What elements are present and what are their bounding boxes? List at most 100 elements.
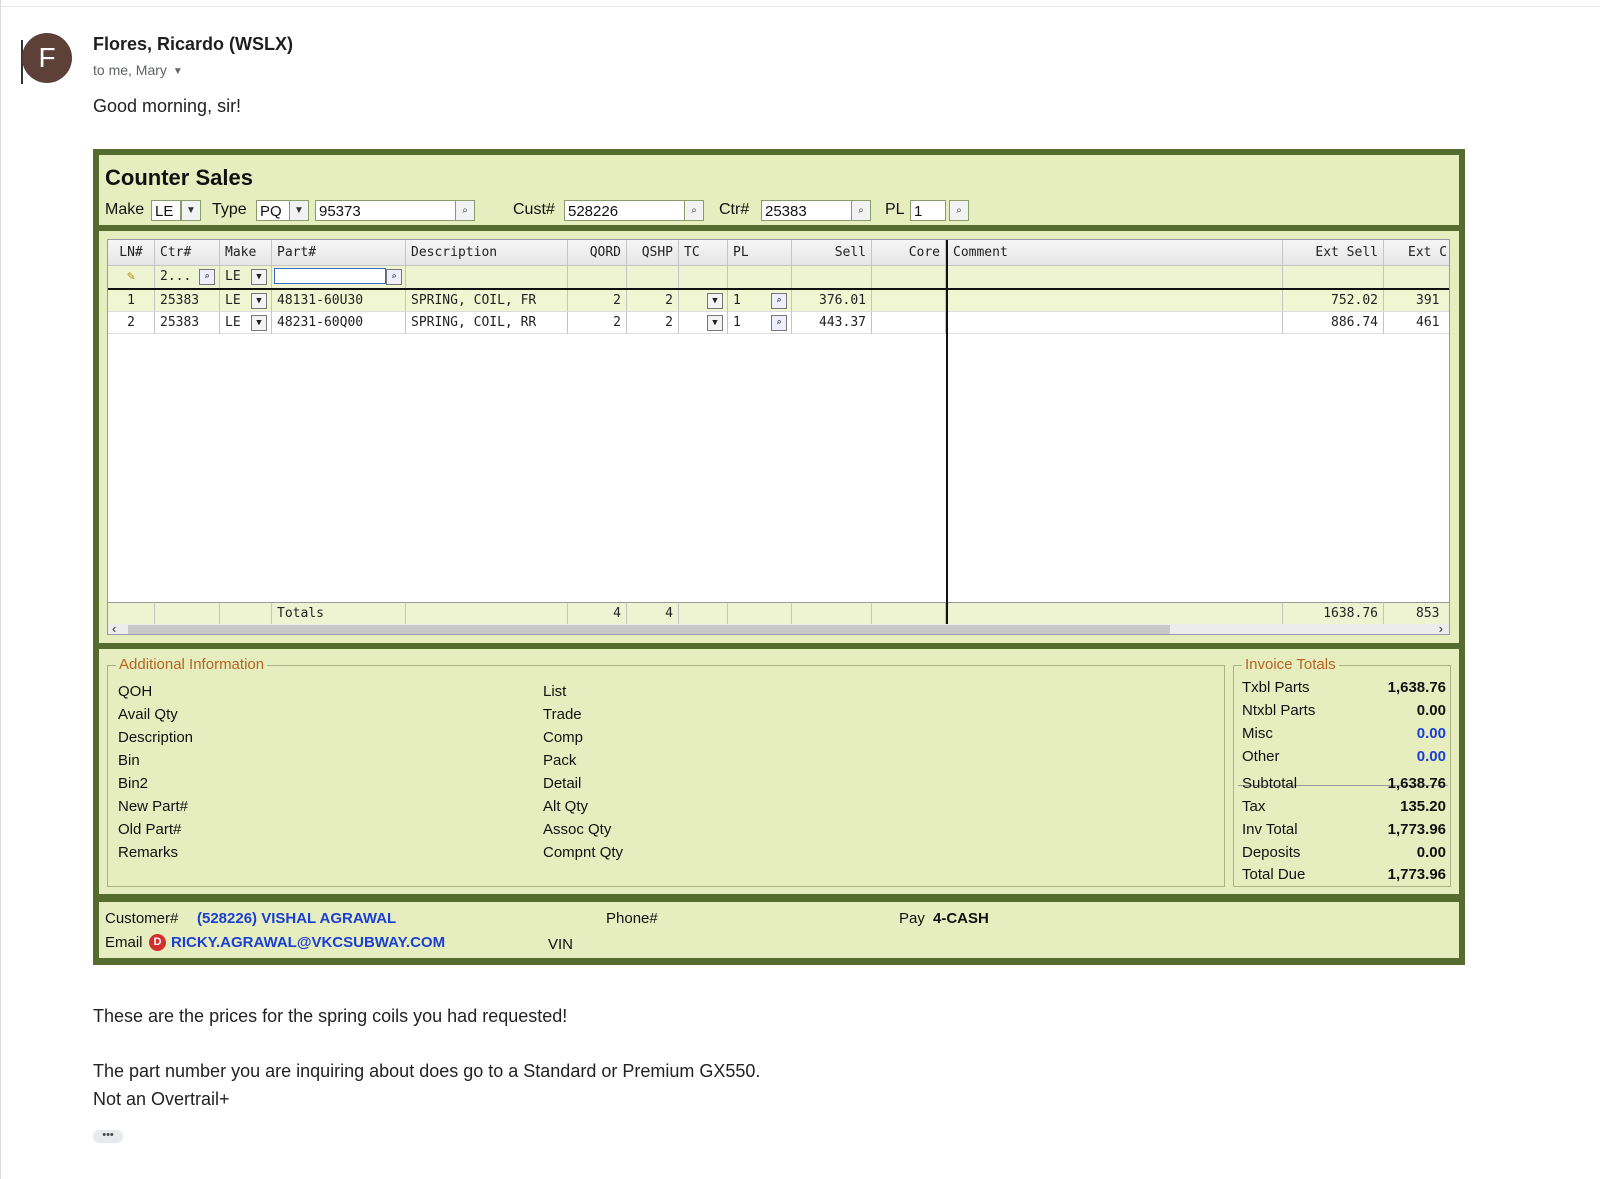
filter-cell [679, 266, 728, 288]
filter-ctr[interactable]: 2... ⌕ [155, 266, 220, 288]
new-line-cell[interactable]: ✎ [108, 266, 155, 288]
make-dropdown-icon[interactable]: ▼ [181, 200, 201, 221]
filter-cell [792, 266, 872, 288]
filter-part-cell[interactable]: ⌕ [272, 266, 406, 288]
scroll-right-icon[interactable]: › [1439, 621, 1443, 634]
table-row-1-pl[interactable]: 1 ⌕ [728, 290, 792, 312]
col-header-part[interactable]: Part# [272, 240, 406, 266]
cust-search-icon[interactable]: ⌕ [684, 200, 704, 221]
email-greeting: Good morning, sir! [93, 96, 242, 116]
sender-avatar[interactable]: F [22, 33, 72, 83]
table-row-2-ext-sell[interactable]: 886.74 [1283, 312, 1384, 334]
part-entry-input[interactable] [274, 268, 386, 284]
scroll-left-icon[interactable]: ‹ [112, 621, 116, 634]
table-row-1-qshp[interactable]: 2 [627, 290, 679, 312]
sender-name[interactable]: Flores, Ricardo (WSLX) [93, 34, 293, 55]
invoice-value-total-due: 1,773.96 [1387, 866, 1446, 883]
table-row-2-tc[interactable]: ▼ [679, 312, 728, 334]
row-2-tc-dropdown-icon[interactable]: ▼ [707, 315, 723, 331]
filter-make-dropdown-icon[interactable]: ▼ [251, 269, 267, 285]
table-row-1-ctr[interactable]: 25383 [155, 290, 220, 312]
customer-link[interactable]: (528226) VISHAL AGRAWAL [197, 910, 396, 927]
recipients-line[interactable]: to me, Mary ▼ [93, 62, 183, 78]
row-1-pl-search-icon[interactable]: ⌕ [771, 293, 787, 309]
col-header-ext-c[interactable]: Ext C [1384, 240, 1449, 266]
invoice-value-txbl-parts: 1,638.76 [1387, 679, 1446, 696]
row-1-make-dropdown-icon[interactable]: ▼ [251, 293, 267, 309]
horizontal-scrollbar[interactable]: ‹ › [108, 621, 1449, 634]
type-number-input[interactable]: 95373 [315, 200, 457, 221]
filter-make-value: LE [225, 269, 241, 284]
totals-cell [220, 602, 272, 624]
row-2-pl-search-icon[interactable]: ⌕ [771, 315, 787, 331]
col-header-core[interactable]: Core [872, 240, 946, 266]
table-row-1-core[interactable] [872, 290, 946, 312]
col-header-tc[interactable]: TC [679, 240, 728, 266]
col-header-ln[interactable]: LN# [108, 240, 155, 266]
table-row-1-ln[interactable]: 1 [108, 290, 155, 312]
invoice-value-other[interactable]: 0.00 [1417, 748, 1446, 765]
table-row-2-qord[interactable]: 2 [568, 312, 627, 334]
col-header-pl[interactable]: PL [728, 240, 792, 266]
table-row-2-ctr[interactable]: 25383 [155, 312, 220, 334]
col-header-qshp[interactable]: QSHP [627, 240, 679, 266]
pl-search-icon[interactable]: ⌕ [949, 200, 969, 221]
pl-input[interactable]: 1 [910, 200, 946, 221]
table-row-2-make-value: LE [225, 315, 241, 330]
table-row-2-core[interactable] [872, 312, 946, 334]
table-row-1-part[interactable]: 48131-60U30 [272, 290, 406, 312]
type-dropdown-icon[interactable]: ▼ [289, 200, 309, 221]
info-label-alt-qty: Alt Qty [543, 798, 589, 815]
info-label-assoc-qty: Assoc Qty [543, 821, 612, 838]
table-row-1-qord[interactable]: 2 [568, 290, 627, 312]
table-row-2-pl[interactable]: 1 ⌕ [728, 312, 792, 334]
counter-sales-title: Counter Sales [105, 165, 253, 190]
additional-info-group: Additional Information QOH Avail Qty Des… [107, 656, 1225, 887]
customer-label: Customer# [105, 910, 179, 927]
col-header-ext-sell[interactable]: Ext Sell [1283, 240, 1384, 266]
row-2-make-dropdown-icon[interactable]: ▼ [251, 315, 267, 331]
table-row-2-ext-c[interactable]: 461 [1384, 312, 1449, 334]
table-row-1-ext-sell[interactable]: 752.02 [1283, 290, 1384, 312]
table-row-2-comment[interactable] [948, 312, 1283, 334]
col-header-sell[interactable]: Sell [792, 240, 872, 266]
table-row-2-qshp[interactable]: 2 [627, 312, 679, 334]
info-label-trade: Trade [543, 706, 582, 723]
invoice-value-misc[interactable]: 0.00 [1417, 725, 1446, 742]
type-select[interactable]: PQ [256, 200, 290, 221]
type-search-icon[interactable]: ⌕ [455, 200, 475, 221]
table-row-2-description[interactable]: SPRING, COIL, RR [406, 312, 568, 334]
show-trimmed-content-button[interactable]: ••• [93, 1130, 123, 1143]
make-select[interactable]: LE [151, 200, 181, 221]
table-row-1-comment[interactable] [948, 290, 1283, 312]
table-row-2-sell[interactable]: 443.37 [792, 312, 872, 334]
filter-ctr-search-icon[interactable]: ⌕ [199, 269, 215, 285]
new-line-icon[interactable]: ✎ [127, 269, 135, 284]
col-header-make[interactable]: Make [220, 240, 272, 266]
recipients-dropdown-icon[interactable]: ▼ [173, 66, 183, 77]
cust-input[interactable]: 528226 [564, 200, 686, 221]
email-link[interactable]: RICKY.AGRAWAL@VKCSUBWAY.COM [171, 934, 445, 951]
col-header-ctr[interactable]: Ctr# [155, 240, 220, 266]
table-row-2-make[interactable]: LE ▼ [220, 312, 272, 334]
filter-ctr-value: 2... [160, 269, 192, 284]
table-row-1-sell[interactable]: 376.01 [792, 290, 872, 312]
ctr-search-icon[interactable]: ⌕ [851, 200, 871, 221]
table-row-2-ln[interactable]: 2 [108, 312, 155, 334]
filter-cell [406, 266, 568, 288]
filter-make[interactable]: LE ▼ [220, 266, 272, 288]
table-row-1-description[interactable]: SPRING, COIL, FR [406, 290, 568, 312]
ctr-input[interactable]: 25383 [761, 200, 853, 221]
table-row-1-make[interactable]: LE ▼ [220, 290, 272, 312]
part-search-icon[interactable]: ⌕ [386, 269, 402, 285]
table-row-2-part[interactable]: 48231-60Q00 [272, 312, 406, 334]
scrollbar-thumb[interactable] [128, 625, 1170, 634]
email-badge-letter: D [149, 934, 166, 951]
table-row-1-tc[interactable]: ▼ [679, 290, 728, 312]
col-header-comment[interactable]: Comment [948, 240, 1283, 266]
row-1-tc-dropdown-icon[interactable]: ▼ [707, 293, 723, 309]
lines-grid[interactable]: LN# Ctr# Make Part# Description QORD QSH… [107, 239, 1450, 635]
col-header-qord[interactable]: QORD [568, 240, 627, 266]
col-header-description[interactable]: Description [406, 240, 568, 266]
table-row-1-ext-c[interactable]: 391 [1384, 290, 1449, 312]
